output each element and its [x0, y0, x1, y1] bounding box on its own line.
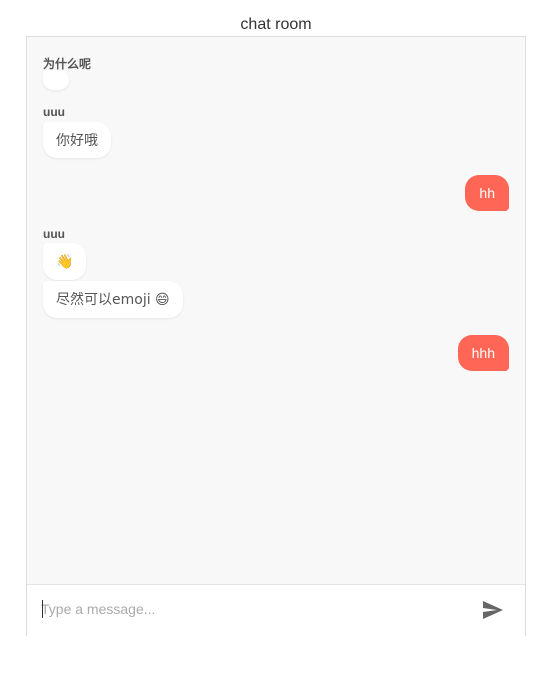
message-bubble-incoming: 👋 [43, 243, 87, 280]
message-text: 👋 [56, 254, 74, 270]
message-composer [27, 584, 525, 636]
message-text: hhh [471, 345, 495, 361]
message-input[interactable] [41, 597, 461, 621]
message-text: 尽然可以emoji 😄 [56, 292, 170, 308]
text-caret [42, 600, 43, 618]
message-bubble-outgoing: hhh [457, 335, 509, 371]
message-text: 你好哦 [56, 132, 98, 148]
message-text: hh [479, 185, 495, 201]
page-title: chat room [240, 16, 312, 33]
send-button[interactable] [481, 599, 505, 621]
sender-name: uuu [43, 105, 65, 119]
message-bubble-incoming: 尽然可以emoji 😄 [43, 281, 183, 318]
message-bubble-incoming: 你好哦 [43, 122, 111, 158]
sender-name: uuu [43, 227, 65, 241]
message-bubble-incoming [43, 70, 69, 90]
send-icon [483, 601, 503, 619]
message-list[interactable]: 为什么呢 uuu 你好哦 hh uuu 👋 尽然可以emoji 😄 hhh [27, 37, 525, 584]
message-bubble-outgoing: hh [465, 175, 509, 211]
chat-window: 为什么呢 uuu 你好哦 hh uuu 👋 尽然可以emoji 😄 hhh [26, 36, 526, 636]
